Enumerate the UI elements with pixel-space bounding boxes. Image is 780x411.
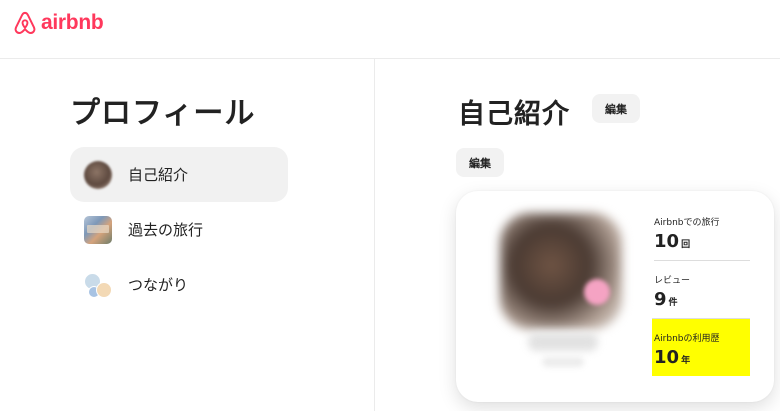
profile-role-blurred	[542, 357, 584, 367]
profile-name-blurred	[528, 333, 598, 351]
airbnb-logo-icon	[14, 11, 36, 34]
page-title: プロフィール	[70, 96, 256, 131]
stat-unit: 回	[681, 240, 691, 250]
logo-wordmark: airbnb	[41, 11, 104, 34]
verified-badge	[584, 279, 610, 305]
profile-photo	[500, 213, 622, 329]
stat-unit: 年	[681, 356, 691, 366]
stat-value: 10	[654, 347, 680, 368]
stat-reviews: レビュー 9件	[654, 260, 750, 318]
connections-thumbnail	[84, 271, 112, 299]
edit-button[interactable]: 編集	[592, 94, 640, 123]
nav-item-label: 自己紹介	[128, 166, 189, 184]
stat-label: Airbnbの利用歴	[654, 334, 720, 344]
profile-card: Airbnbでの旅行 10 回 レビュー 9件 Airbnbの利用歴 10 年	[456, 191, 774, 402]
edit-profile-button[interactable]: 編集	[456, 148, 504, 177]
section-title: 自己紹介	[458, 99, 570, 130]
profile-nav: 自己紹介 過去の旅行 つながり	[70, 147, 288, 312]
stat-trips: Airbnbでの旅行 10 回	[654, 215, 750, 260]
stat-value: 9	[654, 289, 667, 310]
trips-thumbnail	[84, 215, 112, 244]
stat-label: レビュー	[654, 276, 691, 286]
stat-label: Airbnbでの旅行	[654, 218, 720, 228]
nav-item-label: 過去の旅行	[128, 221, 204, 239]
stat-years-on-airbnb: Airbnbの利用歴 10 年	[652, 318, 750, 376]
stat-value: 10	[654, 231, 680, 252]
nav-item-label: つながり	[128, 276, 189, 294]
top-header: airbnb	[0, 0, 780, 59]
airbnb-logo[interactable]: airbnb	[12, 7, 104, 39]
avatar-thumbnail	[84, 160, 112, 189]
column-divider	[374, 59, 375, 411]
profile-stats: Airbnbでの旅行 10 回 レビュー 9件 Airbnbの利用歴 10 年	[652, 215, 750, 376]
stat-unit: 件	[668, 298, 678, 308]
nav-item-about-me[interactable]: 自己紹介	[70, 147, 288, 202]
nav-item-connections[interactable]: つながり	[70, 257, 288, 312]
nav-item-past-trips[interactable]: 過去の旅行	[70, 202, 288, 257]
